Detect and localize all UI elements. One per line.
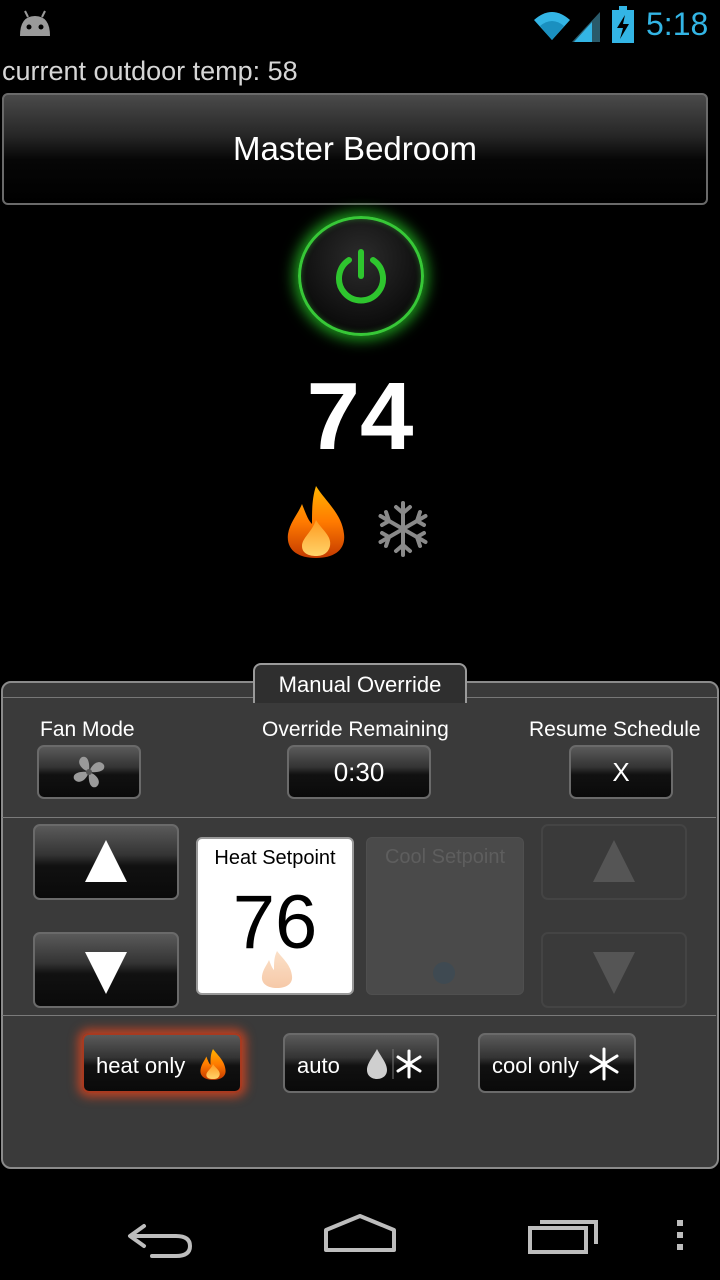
override-remaining-value: 0:30 xyxy=(333,756,385,787)
drop-snowflake-icon xyxy=(367,1049,422,1079)
panel-divider xyxy=(2,1015,716,1016)
fan-mode-label: Fan Mode xyxy=(40,718,135,741)
status-clock: 5:18 xyxy=(646,6,709,42)
cool-setpoint-label: Cool Setpoint xyxy=(384,846,506,868)
back-icon[interactable] xyxy=(124,1212,196,1262)
power-icon xyxy=(336,249,386,304)
heat-only-button[interactable]: heat only xyxy=(82,1033,242,1093)
override-remaining-button[interactable]: 0:30 xyxy=(287,745,431,799)
flame-icon xyxy=(261,951,293,988)
resume-schedule-button[interactable]: X xyxy=(569,745,673,799)
heat-setpoint-down-button[interactable] xyxy=(33,932,179,1008)
heat-setpoint-card[interactable]: Heat Setpoint 76 xyxy=(196,837,354,995)
status-bar: 5:18 xyxy=(0,0,720,50)
heating-flame-icon xyxy=(287,486,345,558)
heat-only-label: heat only xyxy=(96,1053,186,1078)
resume-schedule-x: X xyxy=(612,756,630,787)
current-temperature: 74 xyxy=(306,363,414,470)
cool-setpoint-up-button[interactable] xyxy=(541,824,687,900)
arrow-down-icon xyxy=(593,952,635,994)
arrow-down-icon xyxy=(85,952,127,994)
override-remaining-label: Override Remaining xyxy=(262,718,449,741)
cool-only-label: cool only xyxy=(492,1053,579,1078)
power-button[interactable] xyxy=(298,216,424,336)
wifi-icon xyxy=(534,12,570,40)
room-selector-button[interactable]: Master Bedroom xyxy=(2,93,708,205)
navigation-bar xyxy=(0,1192,720,1280)
snowflake-icon xyxy=(589,1047,619,1081)
cell-signal-icon xyxy=(572,12,600,42)
auto-mode-button[interactable]: auto xyxy=(283,1033,439,1093)
tab-manual-override[interactable]: Manual Override xyxy=(253,663,467,703)
heat-setpoint-up-button[interactable] xyxy=(33,824,179,900)
panel-divider xyxy=(2,817,716,818)
arrow-up-icon xyxy=(593,840,635,882)
android-icon xyxy=(20,10,50,36)
fan-icon xyxy=(73,756,105,788)
home-icon[interactable] xyxy=(322,1212,398,1256)
room-name: Master Bedroom xyxy=(233,130,477,167)
resume-schedule-label: Resume Schedule xyxy=(529,718,701,741)
cool-only-button[interactable]: cool only xyxy=(478,1033,636,1093)
arrow-up-icon xyxy=(85,840,127,882)
cool-setpoint-down-button[interactable] xyxy=(541,932,687,1008)
menu-icon[interactable] xyxy=(674,1218,686,1252)
snowflake-icon xyxy=(433,962,455,984)
battery-charging-icon xyxy=(612,6,634,43)
cooling-snowflake-icon xyxy=(378,501,428,557)
heat-setpoint-label: Heat Setpoint xyxy=(214,847,336,869)
recents-icon[interactable] xyxy=(526,1212,600,1256)
outdoor-temperature: current outdoor temp: 58 xyxy=(2,56,298,86)
flame-icon xyxy=(200,1049,226,1080)
auto-label: auto xyxy=(297,1053,340,1078)
cool-setpoint-card: Cool Setpoint xyxy=(366,837,524,995)
fan-mode-button[interactable] xyxy=(37,745,141,799)
